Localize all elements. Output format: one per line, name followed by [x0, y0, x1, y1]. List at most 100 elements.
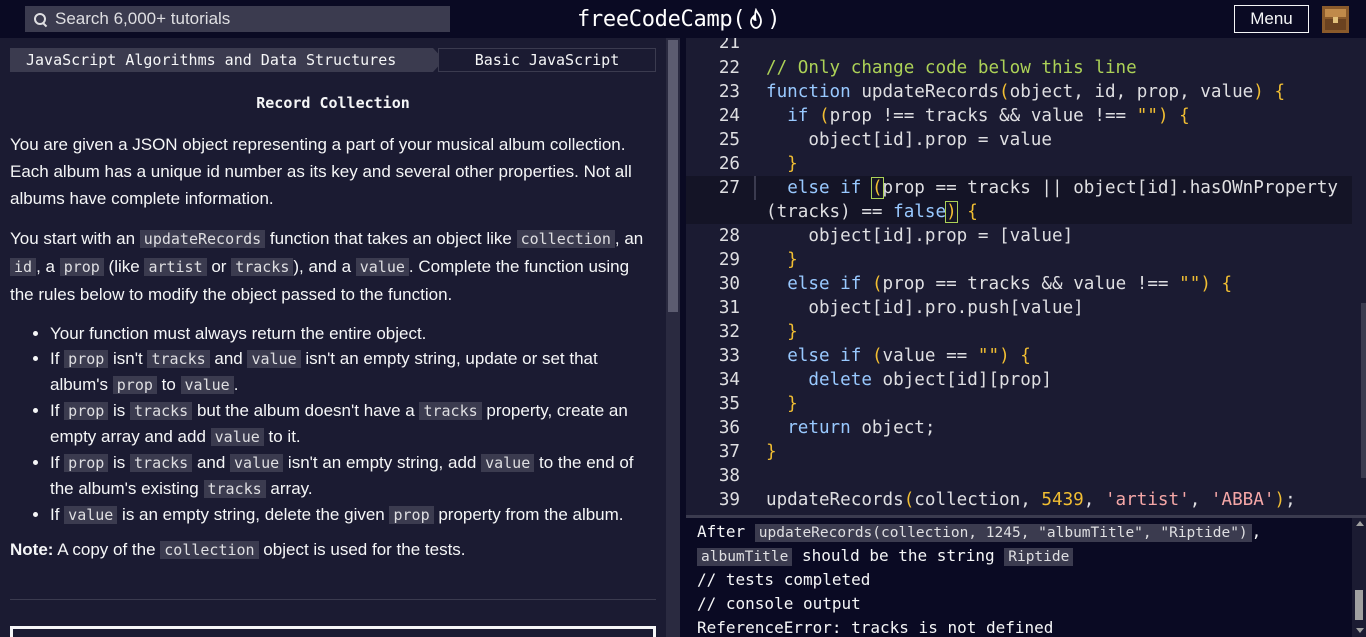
- editor-scrollbar[interactable]: [1352, 38, 1366, 515]
- scrollbar-thumb[interactable]: [668, 40, 678, 312]
- active-line-marker: [754, 176, 756, 200]
- code-text: else if (prop == tracks || object[id].ha…: [766, 176, 1338, 200]
- search-icon: [34, 12, 48, 27]
- text: You start with an: [10, 229, 140, 248]
- code-text: }: [766, 394, 798, 414]
- paragraph-intro: You are given a JSON object representing…: [10, 135, 632, 208]
- text: is: [108, 453, 131, 472]
- code-line: 35 }: [686, 392, 1366, 416]
- run-tests-button[interactable]: [10, 626, 656, 637]
- list-item: If value is an empty string, delete the …: [50, 502, 656, 528]
- code-line: 39 updateRecords(collection, 5439, 'artis…: [686, 488, 1366, 512]
- bracket: ): [1274, 490, 1286, 510]
- avatar[interactable]: [1322, 6, 1349, 33]
- line-number: 29: [718, 250, 740, 270]
- text: ), and a: [293, 257, 356, 276]
- code-line: 28 object[id].prop = [value]: [686, 224, 1366, 248]
- scroll-up-icon[interactable]: [1356, 521, 1364, 526]
- code-snippet: tracks: [419, 402, 482, 420]
- code-text: delete object[id][prop]: [766, 368, 1052, 392]
- keyword: if: [787, 106, 809, 126]
- code-snippet: prop: [389, 506, 434, 524]
- line-number: 27: [718, 178, 740, 198]
- code-text: if (prop !== tracks && value !== "") {: [766, 104, 1190, 128]
- line-number: 26: [718, 154, 740, 174]
- output-console: After updateRecords(collection, 1245, "a…: [686, 515, 1366, 637]
- code-snippet: value: [64, 506, 118, 524]
- flame-icon: [750, 8, 763, 29]
- text: (like: [103, 257, 145, 276]
- code-line: 37}: [686, 440, 1366, 464]
- punctuation: ,: [1189, 490, 1211, 510]
- note: Note: A copy of the collection object is…: [10, 536, 656, 564]
- scrollbar-thumb[interactable]: [1361, 303, 1366, 478]
- identifier: updateRecords: [850, 82, 1000, 102]
- code-snippet: collection: [160, 541, 259, 559]
- breadcrumb-block[interactable]: Basic JavaScript: [438, 48, 656, 72]
- code-editor[interactable]: 21 22 // Only change code below this line…: [686, 38, 1366, 515]
- identifier: (tracks) ==: [766, 202, 894, 222]
- code-snippet: tracks: [130, 402, 193, 420]
- punctuation: ;: [1285, 490, 1296, 510]
- text: should be the string: [792, 546, 1005, 565]
- instructions-scrollbar[interactable]: [666, 38, 680, 637]
- code-snippet: id: [10, 258, 37, 276]
- code-text: else if (value == "") {: [766, 344, 1031, 368]
- code-snippet: prop: [112, 376, 157, 394]
- console-line: // tests completed: [697, 570, 871, 589]
- code-line: 36 return object;: [686, 416, 1366, 440]
- identifier: prop !== tracks && value !==: [829, 106, 1137, 126]
- text: isn't: [108, 349, 148, 368]
- top-navbar: freeCodeCamp( ) Menu: [0, 0, 1366, 38]
- freecodecamp-logo[interactable]: freeCodeCamp( ): [577, 4, 781, 34]
- code-snippet: updateRecords(collection, 1245, "albumTi…: [754, 524, 1252, 542]
- code-line-active: 27 else if (prop == tracks || object[id]…: [686, 176, 1366, 200]
- scrollbar-thumb[interactable]: [1355, 590, 1363, 620]
- code-snippet: value: [210, 428, 264, 446]
- code-snippet: collection: [516, 230, 615, 248]
- console-line: albumTitle should be the string Riptide: [697, 544, 1074, 568]
- code-snippet: tracks: [130, 454, 193, 472]
- text: function that takes an object like: [265, 229, 517, 248]
- code-text: }: [766, 250, 798, 270]
- bracket: ): [999, 346, 1010, 366]
- code-text: return object;: [766, 416, 936, 440]
- line-number: 33: [718, 346, 740, 366]
- line-number: 24: [718, 106, 740, 126]
- matched-bracket: ): [945, 201, 958, 223]
- bracket: {: [1009, 346, 1031, 366]
- identifier: object, id, prop, value: [1009, 82, 1254, 102]
- breadcrumb-superblock[interactable]: JavaScript Algorithms and Data Structure…: [10, 48, 444, 72]
- search-bar[interactable]: [25, 6, 450, 32]
- bracket: ): [1253, 82, 1264, 102]
- identifier: object;: [850, 418, 936, 438]
- keyword: if: [840, 274, 862, 294]
- code-snippet: prop: [59, 258, 104, 276]
- string: "": [1179, 274, 1201, 294]
- note-label: Note:: [10, 540, 54, 559]
- text: or: [206, 257, 232, 276]
- code-snippet: Riptide: [1004, 548, 1074, 566]
- bracket: ): [1200, 274, 1211, 294]
- code-text: updateRecords(collection, 5439, 'artist'…: [766, 488, 1296, 512]
- code-snippet: tracks: [203, 480, 266, 498]
- paragraph-task: You start with an updateRecords function…: [10, 225, 656, 308]
- search-input[interactable]: [55, 9, 425, 29]
- line-number: 39: [718, 490, 740, 510]
- bracket: (: [871, 274, 883, 294]
- text: .: [233, 375, 239, 394]
- keyword: else: [787, 346, 830, 366]
- code-line: 25 object[id].prop = value: [686, 128, 1366, 152]
- challenge-title: Record Collection: [256, 94, 410, 112]
- menu-button[interactable]: Menu: [1234, 5, 1309, 33]
- console-scrollbar[interactable]: [1352, 518, 1366, 637]
- code-line: 31 object[id].pro.push[value]: [686, 296, 1366, 320]
- code-snippet: value: [481, 454, 535, 472]
- identifier: object[id][prop]: [871, 370, 1053, 390]
- text: and: [209, 349, 248, 368]
- scroll-down-icon[interactable]: [1356, 628, 1364, 633]
- punctuation: ,: [1083, 490, 1105, 510]
